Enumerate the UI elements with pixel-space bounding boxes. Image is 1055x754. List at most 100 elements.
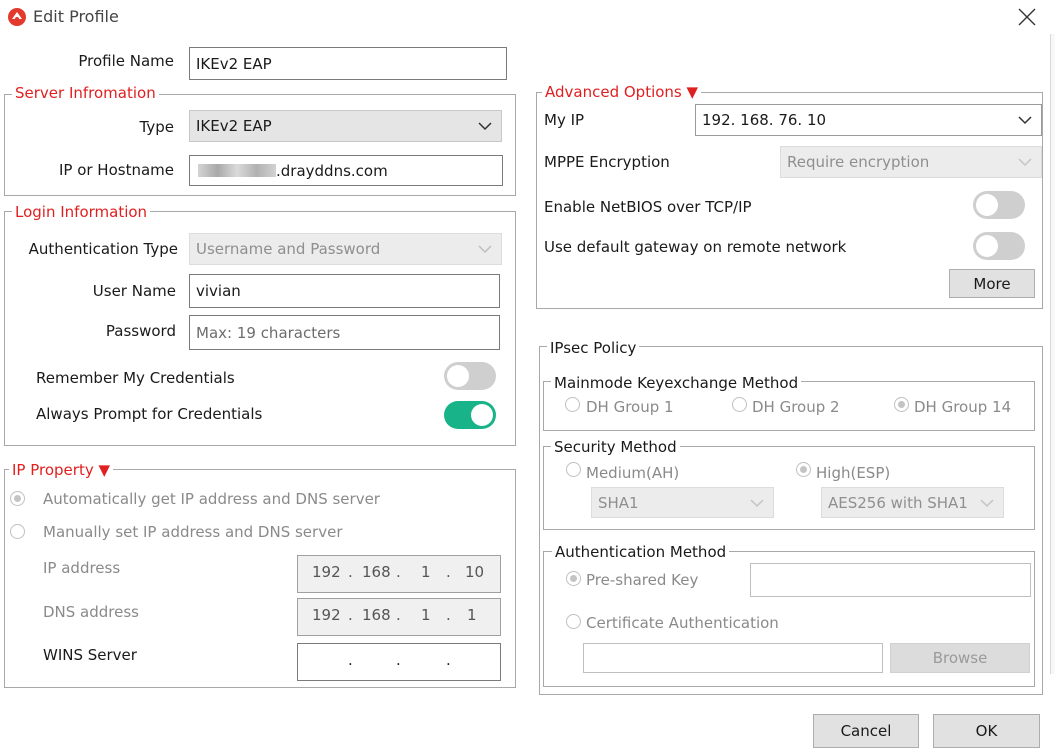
high-esp-label: High(ESP) <box>816 464 891 482</box>
pre-shared-key-radio <box>566 571 581 586</box>
my-ip-value: 192. 168. 76. 10 <box>702 111 827 129</box>
esp-cipher-select: AES256 with SHA1 <box>821 487 1004 518</box>
ah-hash-value: SHA1 <box>598 493 639 512</box>
chevron-down-icon <box>478 245 492 254</box>
ipsec-policy-legend: IPsec Policy <box>547 339 640 357</box>
chevron-down-icon <box>980 498 994 507</box>
chevron-down-icon <box>478 122 492 131</box>
cancel-button[interactable]: Cancel <box>813 714 919 748</box>
toggle-knob <box>471 404 493 426</box>
chevron-down-icon <box>1018 158 1032 167</box>
ok-button[interactable]: OK <box>933 714 1040 748</box>
dh-group-1-label: DH Group 1 <box>586 398 674 416</box>
ip-address-field: 192 . 168 . 1 . 10 <box>297 555 501 593</box>
netbios-label: Enable NetBIOS over TCP/IP <box>544 198 752 216</box>
password-label: Password <box>105 322 176 340</box>
pre-shared-key-input <box>750 563 1031 597</box>
netbios-toggle[interactable] <box>973 191 1025 219</box>
hostname-value: .drayddns.com <box>276 161 388 180</box>
certificate-auth-radio <box>566 614 581 629</box>
ip-octet: 1 <box>421 563 431 581</box>
dns-octet: 168 <box>362 606 391 624</box>
dns-dot: . <box>446 606 451 624</box>
server-info-legend: Server Infromation <box>12 84 159 102</box>
mainmode-legend: Mainmode Keyexchange Method <box>551 374 802 392</box>
dh-group-2-radio <box>732 397 747 412</box>
manual-ip-radio <box>10 524 25 539</box>
medium-ah-label: Medium(AH) <box>586 464 680 482</box>
prompt-label: Always Prompt for Credentials <box>36 405 263 423</box>
mppe-select: Require encryption <box>780 146 1042 178</box>
ip-dot: . <box>446 563 451 581</box>
default-gateway-toggle[interactable] <box>973 232 1025 260</box>
dh-group-1-radio <box>565 397 580 412</box>
remember-label: Remember My Credentials <box>36 369 235 387</box>
certificate-auth-label: Certificate Authentication <box>586 614 779 632</box>
username-label: User Name <box>92 282 176 300</box>
ip-address-label: IP address <box>43 559 121 577</box>
dns-dot: . <box>396 606 401 624</box>
app-logo-icon <box>7 7 27 27</box>
auto-ip-label: Automatically get IP address and DNS ser… <box>43 490 380 508</box>
window-title: Edit Profile <box>33 7 119 26</box>
certificate-path-input <box>583 643 883 673</box>
type-value: IKEv2 EAP <box>196 117 272 135</box>
wins-dot: . <box>446 651 451 669</box>
pre-shared-key-label: Pre-shared Key <box>586 571 699 589</box>
toggle-knob <box>976 194 998 216</box>
ah-hash-select: SHA1 <box>591 487 774 518</box>
medium-ah-radio <box>566 462 581 477</box>
password-input[interactable]: Max: 19 characters <box>189 315 500 350</box>
profile-name-input[interactable]: IKEv2 EAP <box>189 47 507 80</box>
hostname-input[interactable]: .drayddns.com <box>189 155 503 186</box>
dns-dot: . <box>348 606 353 624</box>
window-edge <box>1050 34 1055 674</box>
toggle-knob <box>447 365 469 387</box>
auth-type-label: Authentication Type <box>28 240 178 258</box>
advanced-options-legend[interactable]: Advanced Options ▼ <box>542 83 702 101</box>
wins-server-field[interactable]: . . . <box>297 643 501 681</box>
dh-group-14-radio <box>894 397 909 412</box>
username-input[interactable]: vivian <box>189 274 500 308</box>
auto-ip-radio <box>10 491 25 506</box>
type-label: Type <box>139 118 174 136</box>
auth-type-select: Username and Password <box>189 233 502 265</box>
remember-credentials-toggle[interactable] <box>444 362 496 390</box>
default-gateway-label: Use default gateway on remote network <box>544 238 847 256</box>
manual-ip-label: Manually set IP address and DNS server <box>43 523 343 541</box>
chevron-down-icon <box>750 498 764 507</box>
hostname-redacted <box>198 164 276 177</box>
mppe-label: MPPE Encryption <box>544 153 670 171</box>
dns-octet: 1 <box>421 606 431 624</box>
ip-octet: 10 <box>465 563 485 581</box>
security-method-legend: Security Method <box>551 438 680 456</box>
wins-dot: . <box>348 651 353 669</box>
esp-cipher-value: AES256 with SHA1 <box>828 493 968 512</box>
profile-name-label: Profile Name <box>78 52 174 70</box>
auth-method-legend: Authentication Method <box>552 543 730 561</box>
dns-address-field: 192 . 168 . 1 . 1 <box>297 598 501 636</box>
close-icon[interactable] <box>1016 6 1038 28</box>
password-placeholder: Max: 19 characters <box>196 323 341 342</box>
ip-octet: 192 <box>312 563 341 581</box>
ip-property-legend[interactable]: IP Property ▼ <box>9 461 114 479</box>
hostname-label: IP or Hostname <box>58 161 174 179</box>
dh-group-2-label: DH Group 2 <box>752 398 840 416</box>
chevron-down-icon <box>1018 116 1032 125</box>
dns-address-label: DNS address <box>43 603 139 621</box>
auth-type-value: Username and Password <box>196 240 381 258</box>
my-ip-select[interactable]: 192. 168. 76. 10 <box>695 104 1042 136</box>
ip-octet: 168 <box>362 563 391 581</box>
wins-server-label: WINS Server <box>43 646 137 664</box>
wins-dot: . <box>396 651 401 669</box>
type-select[interactable]: IKEv2 EAP <box>189 110 502 142</box>
always-prompt-toggle[interactable] <box>444 401 496 429</box>
username-value: vivian <box>196 282 241 300</box>
profile-name-value: IKEv2 EAP <box>196 54 272 73</box>
dh-group-14-label: DH Group 14 <box>914 398 1012 416</box>
ip-dot: . <box>396 563 401 581</box>
title-bar: Edit Profile <box>0 0 1055 34</box>
dns-octet: 1 <box>467 606 477 624</box>
more-button[interactable]: More <box>949 269 1035 298</box>
my-ip-label: My IP <box>544 111 585 129</box>
